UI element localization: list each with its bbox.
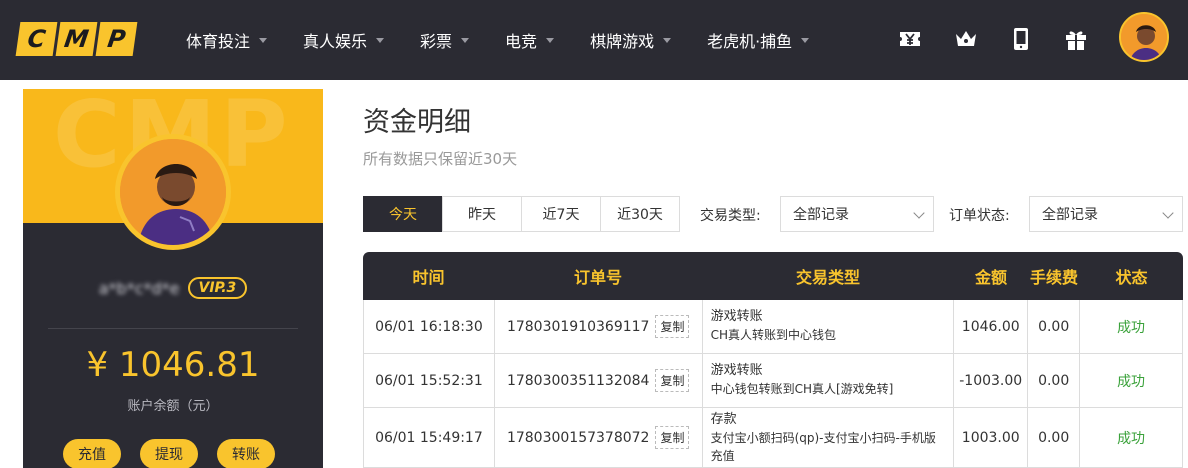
nav-label: 棋牌游戏 xyxy=(590,32,655,51)
table-header: 时间 订单号 交易类型 金额 手续费 状态 xyxy=(363,252,1183,300)
logo-letter: M xyxy=(55,22,98,56)
column-header: 时间 xyxy=(412,268,445,287)
chevron-down-icon xyxy=(259,37,268,43)
account-sidebar: CMP a*b*c*d*e VIP.3 ¥ 1046.81 账户余额（元） 充值… xyxy=(23,89,323,468)
cell-time: 06/01 15:49:17 xyxy=(364,408,495,467)
nav-item-lottery[interactable]: 彩票 xyxy=(420,28,470,52)
cell-fee: 0.00 xyxy=(1028,300,1081,353)
user-info-row: a*b*c*d*e VIP.3 xyxy=(23,277,323,299)
nav-label: 老虎机·捕鱼 xyxy=(707,32,793,51)
gift-icon[interactable] xyxy=(1064,27,1088,51)
cell-amount: 1003.00 xyxy=(954,408,1029,467)
page-subtitle: 所有数据只保留近30天 xyxy=(363,150,518,168)
date-range-tabs: 今天 昨天 近7天 近30天 xyxy=(363,196,680,232)
nav-label: 电竞 xyxy=(505,32,538,51)
deposit-button[interactable]: 充值 xyxy=(63,439,121,468)
copy-button[interactable]: 复制 xyxy=(655,369,690,392)
avatar-image xyxy=(1121,14,1167,60)
chevron-down-icon xyxy=(1162,207,1174,219)
table-row: 06/01 15:52:31 1780300351132084 复制 游戏转账 … xyxy=(363,354,1183,408)
type-detail: 支付宝小额扫码(qp)-支付宝小扫码-手机版 充值 xyxy=(710,431,936,463)
tab-yesterday[interactable]: 昨天 xyxy=(442,196,522,232)
cell-time: 06/01 16:18:30 xyxy=(364,300,495,353)
copy-button[interactable]: 复制 xyxy=(655,426,690,449)
column-header: 订单号 xyxy=(573,268,622,287)
mobile-icon[interactable] xyxy=(1009,27,1033,51)
chevron-down-icon xyxy=(546,37,555,43)
order-status-label: 订单状态: xyxy=(949,208,1010,224)
type-title: 游戏转账 xyxy=(710,309,763,324)
table-row: 06/01 16:18:30 1780301910369117 复制 游戏转账 … xyxy=(363,300,1183,354)
cell-order: 1780300351132084 复制 xyxy=(495,354,703,407)
column-header: 状态 xyxy=(1115,268,1148,287)
tab-last-7-days[interactable]: 近7天 xyxy=(521,196,601,232)
transaction-type-label: 交易类型: xyxy=(700,208,761,224)
logo-letter: P xyxy=(95,22,138,56)
copy-button[interactable]: 复制 xyxy=(655,315,690,338)
crown-icon[interactable] xyxy=(954,27,978,51)
withdraw-button[interactable]: 提现 xyxy=(140,439,198,468)
page-title: 资金明细 xyxy=(363,107,471,138)
cell-time: 06/01 15:52:31 xyxy=(364,354,495,407)
column-header: 交易类型 xyxy=(795,268,860,287)
logo-letter: C xyxy=(15,22,58,56)
nav-item-card-games[interactable]: 棋牌游戏 xyxy=(590,28,672,52)
nav-label: 真人娱乐 xyxy=(303,32,368,51)
divider xyxy=(48,328,298,329)
order-number: 1780300351132084 xyxy=(506,372,650,389)
cell-amount: 1046.00 xyxy=(954,300,1029,353)
nav-label: 体育投注 xyxy=(186,32,251,51)
cmp-logo[interactable]: C M P xyxy=(15,22,138,56)
chevron-down-icon xyxy=(461,37,470,43)
cell-amount: -1003.00 xyxy=(954,354,1029,407)
cell-type: 游戏转账 CH真人转账到中心钱包 xyxy=(703,300,955,353)
nav-item-sports[interactable]: 体育投注 xyxy=(186,28,268,52)
cell-fee: 0.00 xyxy=(1028,354,1081,407)
select-value: 全部记录 xyxy=(1042,207,1098,223)
column-header: 金额 xyxy=(974,268,1007,287)
user-avatar[interactable] xyxy=(1119,12,1169,62)
cell-status: 成功 xyxy=(1080,354,1183,407)
vip-badge: VIP.3 xyxy=(187,277,248,299)
order-number: 1780300157378072 xyxy=(506,429,650,446)
cell-order: 1780301910369117 复制 xyxy=(495,300,703,353)
nav-item-live-casino[interactable]: 真人娱乐 xyxy=(303,28,385,52)
nav-item-slots-fishing[interactable]: 老虎机·捕鱼 xyxy=(707,28,810,52)
type-detail: CH真人转账到中心钱包 xyxy=(710,328,836,342)
cell-status: 成功 xyxy=(1080,408,1183,467)
type-title: 游戏转账 xyxy=(710,363,763,378)
tab-today[interactable]: 今天 xyxy=(363,196,443,232)
transactions-table: 时间 订单号 交易类型 金额 手续费 状态 06/01 16:18:30 178… xyxy=(363,252,1183,468)
chevron-down-icon xyxy=(376,37,385,43)
column-header: 手续费 xyxy=(1029,268,1078,287)
cell-fee: 0.00 xyxy=(1028,408,1081,467)
nav-item-esports[interactable]: 电竞 xyxy=(505,28,555,52)
profile-avatar[interactable] xyxy=(115,134,231,250)
chevron-down-icon xyxy=(801,37,810,43)
account-balance: ¥ 1046.81 xyxy=(86,345,260,385)
main-nav: 体育投注 真人娱乐 彩票 电竞 棋牌游戏 老虎机·捕鱼 xyxy=(186,0,845,80)
cell-type: 游戏转账 中心钱包转账到CH真人[游戏免转] xyxy=(703,354,955,407)
nav-label: 彩票 xyxy=(420,32,453,51)
select-value: 全部记录 xyxy=(793,207,849,223)
profile-avatar-image xyxy=(120,139,226,245)
order-status-select[interactable]: 全部记录 xyxy=(1029,196,1183,232)
chevron-down-icon xyxy=(663,37,672,43)
order-number: 1780301910369117 xyxy=(506,318,650,335)
table-row: 06/01 15:49:17 1780300157378072 复制 存款 支付… xyxy=(363,408,1183,468)
type-detail: 中心钱包转账到CH真人[游戏免转] xyxy=(710,382,894,396)
yen-ticket-icon[interactable] xyxy=(898,27,922,51)
cell-type: 存款 支付宝小额扫码(qp)-支付宝小扫码-手机版 充值 xyxy=(703,408,955,467)
balance-label: 账户余额（元） xyxy=(127,399,219,414)
type-title: 存款 xyxy=(710,412,737,427)
top-navbar: C M P 体育投注 真人娱乐 彩票 电竞 棋牌游戏 老虎机·捕鱼 xyxy=(0,0,1188,80)
tab-last-30-days[interactable]: 近30天 xyxy=(600,196,680,232)
transaction-type-select[interactable]: 全部记录 xyxy=(780,196,934,232)
chevron-down-icon xyxy=(913,207,925,219)
transfer-button[interactable]: 转账 xyxy=(217,439,275,468)
cell-order: 1780300157378072 复制 xyxy=(495,408,703,467)
cell-status: 成功 xyxy=(1080,300,1183,353)
username: a*b*c*d*e xyxy=(98,278,180,298)
